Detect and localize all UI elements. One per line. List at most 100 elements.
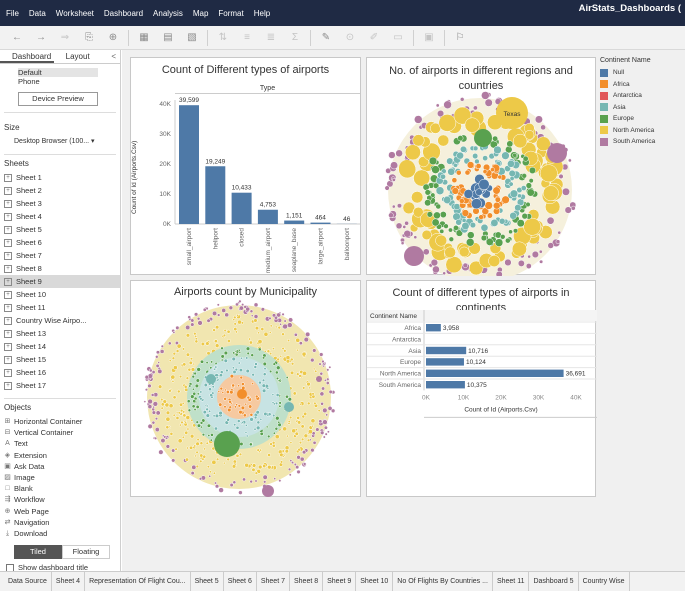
north-america-bubble[interactable] [296, 348, 299, 352]
south-america-bubble[interactable] [388, 212, 394, 219]
europe-bubble[interactable] [424, 189, 431, 196]
north-america-bubble[interactable] [306, 381, 311, 387]
north-america-bubble[interactable] [421, 229, 432, 241]
south-america-bubble[interactable] [198, 477, 203, 481]
sheet-item[interactable]: + Sheet 15 [0, 353, 120, 366]
africa-bubble[interactable] [494, 196, 501, 203]
asia-bubble[interactable] [244, 431, 248, 434]
africa-bubble[interactable] [251, 382, 254, 385]
sheet-item[interactable]: + Sheet 9 [0, 275, 120, 288]
south-america-bubble[interactable] [221, 308, 227, 313]
south-america-bubble[interactable] [324, 378, 327, 382]
europe-bubble[interactable] [249, 442, 253, 447]
africa-bubble[interactable] [484, 201, 493, 210]
south-america-bubble[interactable] [229, 482, 234, 488]
south-america-bubble[interactable] [288, 317, 294, 323]
north-america-bubble[interactable] [281, 449, 285, 453]
africa-bubble[interactable] [464, 169, 471, 176]
north-america-bubble[interactable] [413, 169, 431, 187]
sheet-tab[interactable]: Sheet 8 [290, 572, 324, 591]
europe-bubble[interactable] [285, 376, 289, 379]
north-america-bubble[interactable] [306, 438, 311, 442]
south-america-bubble[interactable] [319, 352, 324, 357]
africa-bubble[interactable] [475, 163, 482, 169]
europe-bubble[interactable] [192, 399, 197, 404]
asia-bubble[interactable] [258, 380, 262, 385]
south-america-bubble[interactable] [328, 365, 332, 369]
north-america-bubble[interactable] [233, 327, 238, 332]
europe-bubble[interactable] [522, 155, 529, 162]
south-america-bubble[interactable] [320, 430, 325, 435]
asia-bubble[interactable] [493, 145, 502, 155]
europe-bubble[interactable] [467, 231, 475, 239]
south-america-bubble[interactable] [531, 250, 539, 259]
object-item[interactable]: ◈ Extension [0, 450, 120, 461]
north-america-bubble[interactable] [194, 454, 198, 458]
south-america-bubble[interactable] [155, 350, 160, 355]
south-america-bubble[interactable] [557, 230, 562, 235]
north-america-bubble[interactable] [284, 449, 289, 454]
north-america-bubble[interactable] [292, 391, 297, 396]
south-america-bubble[interactable] [232, 480, 237, 485]
asia-bubble[interactable] [509, 189, 519, 198]
south-america-bubble[interactable] [414, 115, 423, 124]
asia-bubble[interactable] [501, 151, 510, 160]
north-america-bubble[interactable] [189, 445, 194, 450]
asia-bubble[interactable] [223, 358, 228, 363]
north-america-bubble[interactable] [289, 441, 293, 445]
tiled-button[interactable]: Tiled [14, 545, 62, 560]
north-america-bubble[interactable] [301, 351, 307, 357]
sheet-item[interactable]: + Sheet 13 [0, 327, 120, 340]
asia-bubble[interactable] [205, 413, 210, 418]
north-america-bubble[interactable] [182, 413, 187, 418]
europe-bubble[interactable] [200, 359, 205, 364]
asia-bubble[interactable] [232, 366, 235, 370]
europe-bubble[interactable] [492, 135, 499, 142]
object-item[interactable]: ▣ Ask Data [0, 461, 120, 472]
sheet-item[interactable]: + Sheet 10 [0, 288, 120, 301]
europe-bubble[interactable] [505, 237, 511, 244]
north-america-bubble[interactable] [282, 426, 288, 432]
object-item[interactable]: A Text [0, 438, 120, 449]
sheet-item[interactable]: + Sheet 2 [0, 184, 120, 197]
south-america-bubble[interactable] [312, 348, 317, 353]
asia-bubble[interactable] [271, 393, 275, 396]
asia-bubble[interactable] [261, 378, 266, 382]
south-america-bubble[interactable] [404, 220, 409, 226]
south-america-bubble[interactable] [271, 313, 277, 318]
south-america-highlight-bubble[interactable] [316, 376, 322, 382]
north-america-bubble[interactable] [227, 339, 231, 343]
asia-bubble[interactable] [461, 222, 470, 230]
europe-bubble[interactable] [435, 203, 442, 210]
sheet-tab[interactable]: Representation Of Flight Cou... [85, 572, 191, 591]
south-america-bubble[interactable] [432, 265, 440, 274]
asia-bubble[interactable] [225, 368, 229, 373]
north-america-bubble[interactable] [302, 386, 306, 390]
africa-bubble[interactable] [241, 382, 245, 386]
south-america-bubble[interactable] [206, 318, 211, 323]
africa-bubble[interactable] [493, 201, 501, 210]
south-america-bubble[interactable] [568, 158, 572, 163]
south-america-bubble[interactable] [190, 322, 195, 327]
north-america-bubble[interactable] [192, 362, 196, 366]
north-america-bubble[interactable] [165, 410, 171, 415]
europe-bubble[interactable] [201, 433, 206, 437]
bar-medium_airport[interactable] [257, 209, 278, 224]
south-america-bubble[interactable] [278, 479, 282, 483]
south-america-bubble[interactable] [202, 307, 207, 312]
menu-worksheet[interactable]: Worksheet [56, 9, 94, 18]
object-item[interactable]: ⇄ Navigation [0, 517, 120, 528]
asia-bubble[interactable] [249, 417, 254, 422]
south-america-bubble[interactable] [473, 105, 478, 111]
south-america-bubble[interactable] [555, 239, 561, 244]
north-america-bubble[interactable] [168, 403, 174, 409]
europe-bubble[interactable] [205, 361, 209, 365]
europe-bubble[interactable] [195, 378, 200, 383]
south-america-bubble[interactable] [561, 187, 570, 196]
europe-bubble[interactable] [234, 350, 238, 353]
north-america-bubble[interactable] [307, 429, 313, 435]
europe-bubble[interactable] [262, 356, 266, 360]
asia-bubble[interactable] [490, 218, 499, 227]
device-phone[interactable]: Phone [18, 77, 120, 86]
north-america-bubble[interactable] [172, 413, 176, 417]
